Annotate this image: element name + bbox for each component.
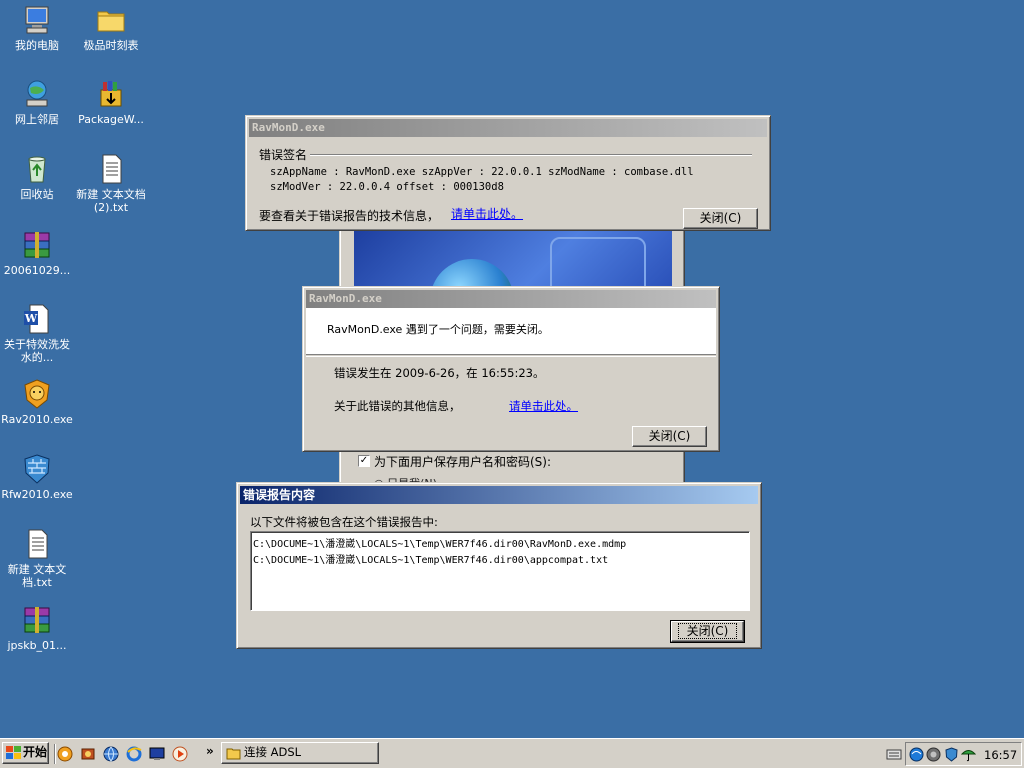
problem-header-panel: RavMonD.exe 遇到了一个问题，需要关闭。	[306, 308, 716, 355]
save-password-checkbox[interactable]: ✓	[358, 455, 370, 467]
security-icon[interactable]	[944, 747, 959, 762]
ie-icon[interactable]	[126, 746, 142, 762]
qq-icon[interactable]	[57, 746, 73, 762]
computer-icon	[25, 6, 49, 34]
tech-info-text: 要查看关于错误报告的技术信息，	[259, 209, 440, 223]
word-document-icon: W	[24, 304, 49, 334]
error-signature-line-2: szModVer : 22.0.0.4 offset : 000130d8	[270, 181, 504, 193]
report-close-button[interactable]: 关闭(C)	[670, 620, 745, 643]
error-signature-dialog: RavMonD.exe 错误签名 szAppName : RavMonD.exe…	[245, 115, 771, 231]
desktop-icon-text-file-2[interactable]: 新建 文本文档 (2).txt	[74, 153, 148, 214]
error-signature-titlebar: RavMonD.exe	[249, 119, 767, 137]
more-info-link[interactable]: 请单击此处。	[509, 398, 578, 414]
report-file-list[interactable]: C:\DOCUME~1\潘澄崴\LOCALS~1\Temp\WER7f46.di…	[250, 531, 750, 611]
report-file-item: C:\DOCUME~1\潘澄崴\LOCALS~1\Temp\WER7f46.di…	[253, 539, 627, 550]
folder-icon	[97, 11, 125, 32]
folder-icon	[226, 748, 241, 760]
problem-dialog-titlebar: RavMonD.exe	[306, 290, 716, 308]
error-signature-group-label: 错误签名	[259, 148, 308, 162]
rar-archive-icon	[24, 232, 50, 258]
sound-icon[interactable]	[926, 747, 941, 762]
save-password-label: 为下面用户保存用户名和密码(S):	[374, 455, 552, 469]
clock[interactable]: 16:57	[984, 748, 1017, 762]
desktop-icon-timetable-folder[interactable]: 极品时刻表	[74, 4, 148, 52]
more-info-text: 关于此错误的其他信息，	[334, 399, 461, 413]
quick-launch-overflow[interactable]: »	[206, 744, 214, 758]
error-signature-close-button[interactable]: 关闭(C)	[683, 208, 758, 229]
desktop-icon[interactable]	[149, 746, 165, 762]
problem-dialog: RavMonD.exe RavMonD.exe 遇到了一个问题，需要关闭。 错误…	[302, 286, 720, 452]
browser-tray-icon[interactable]	[909, 747, 924, 762]
group-divider	[310, 154, 752, 156]
tech-info-link[interactable]: 请单击此处。	[451, 205, 523, 222]
svg-text:W: W	[24, 312, 38, 325]
connect-banner-image	[354, 231, 672, 291]
firewall-icon	[24, 454, 50, 484]
rar-archive-icon	[24, 607, 50, 633]
desktop-icon-rav2010[interactable]: Rav2010.exe	[0, 378, 74, 426]
problem-message: RavMonD.exe 遇到了一个问题，需要关闭。	[327, 323, 549, 336]
problem-dialog-close-button[interactable]: 关闭(C)	[632, 426, 707, 447]
problem-occurred-text: 错误发生在 2009-6-26，在 16:55:23。	[334, 366, 545, 380]
media-icon[interactable]	[80, 746, 96, 762]
system-tray: 16:57	[905, 742, 1022, 766]
desktop-icon-rar-archive[interactable]: 20061029...	[0, 229, 74, 277]
error-report-contents-dialog: 错误报告内容 以下文件将被包含在这个错误报告中: C:\DOCUME~1\潘澄崴…	[236, 482, 762, 649]
desktop-icon-word-document[interactable]: W 关于特效洗发水的...	[0, 303, 74, 364]
network-icon	[26, 80, 48, 107]
rising-lion-icon	[24, 379, 50, 409]
recycle-bin-icon	[28, 156, 46, 183]
start-button[interactable]: 开始	[2, 742, 49, 764]
report-intro-text: 以下文件将被包含在这个错误报告中:	[250, 515, 438, 529]
windows-logo-icon	[6, 746, 21, 759]
report-file-item: C:\DOCUME~1\潘澄崴\LOCALS~1\Temp\WER7f46.di…	[253, 555, 609, 566]
desktop-icon-network[interactable]: 网上邻居	[0, 78, 74, 126]
player-icon[interactable]	[172, 746, 188, 762]
desktop-icon-recycle-bin[interactable]: 回收站	[0, 153, 74, 201]
desktop-icon-rfw2010[interactable]: Rfw2010.exe	[0, 453, 74, 501]
installer-package-icon	[100, 81, 122, 107]
taskbar: 开始 » 连接 ADSL 16:57	[0, 738, 1024, 768]
desktop-icon-package[interactable]: PackageW...	[74, 78, 148, 126]
text-file-icon	[28, 529, 48, 559]
desktop-icon-text-file[interactable]: 新建 文本文档.txt	[0, 528, 74, 589]
task-button-adsl[interactable]: 连接 ADSL	[221, 742, 379, 764]
desktop-icon-rar-archive-2[interactable]: jpskb_01...	[0, 604, 74, 652]
text-file-icon	[102, 154, 122, 184]
desktop-icon-my-computer[interactable]: 我的电脑	[0, 4, 74, 52]
keyboard-icon[interactable]	[886, 747, 902, 761]
umbrella-icon[interactable]	[961, 747, 976, 762]
error-report-titlebar: 错误报告内容	[240, 486, 758, 504]
globe-icon[interactable]	[103, 746, 119, 762]
error-signature-line-1: szAppName : RavMonD.exe szAppVer : 22.0.…	[270, 166, 694, 178]
